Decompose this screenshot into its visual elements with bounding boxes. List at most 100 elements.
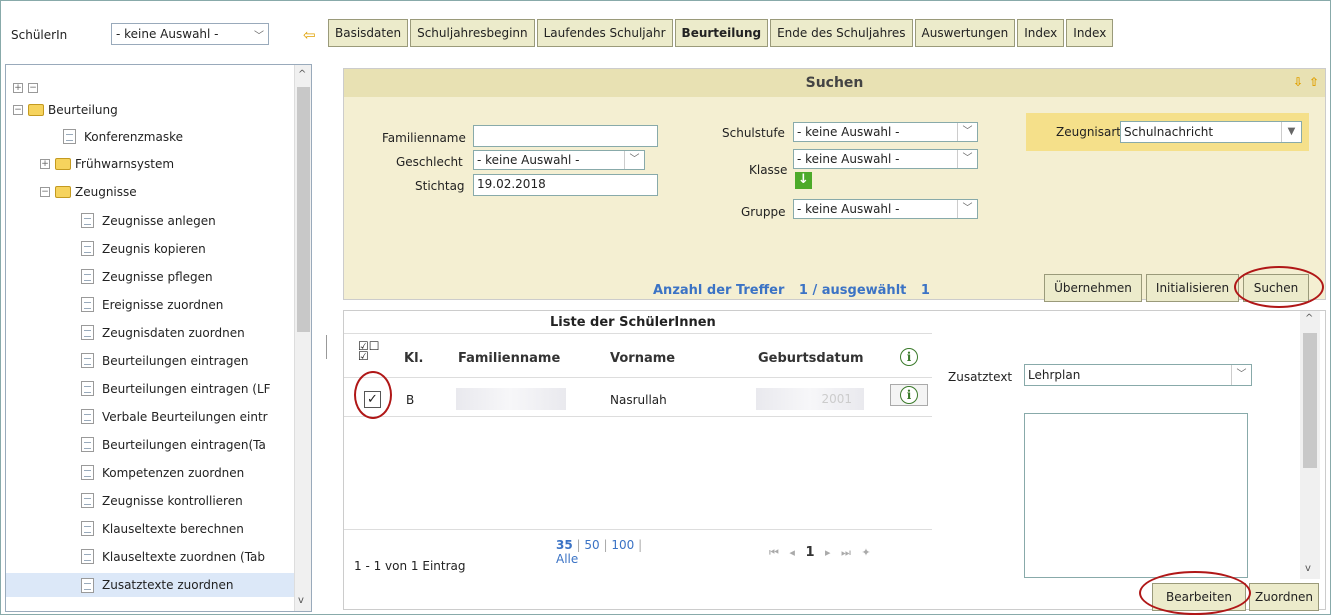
list-scroll-thumb[interactable]	[1303, 333, 1317, 468]
document-icon	[81, 549, 94, 564]
tree-item[interactable]: Zeugnisse anlegen	[81, 213, 216, 228]
tab-schuljahresbeginn[interactable]: Schuljahresbeginn	[410, 19, 535, 47]
tree-item[interactable]: Verbale Beurteilungen eintr	[81, 409, 268, 424]
select-all-checkbox-icon[interactable]: ☑☐ ☑	[358, 340, 380, 362]
column-vorname[interactable]: Vorname	[610, 351, 675, 366]
scroll-down-icon[interactable]: v	[298, 595, 304, 606]
info-icon[interactable]: i	[900, 348, 918, 366]
treffer-label: Anzahl der Treffer	[653, 283, 785, 298]
scroll-down-icon[interactable]: v	[1305, 563, 1311, 574]
first-page-icon[interactable]: ⏮	[769, 546, 779, 559]
tree-item[interactable]: + Frühwarnsystem	[40, 157, 174, 171]
tab-index-2[interactable]: Index	[1066, 19, 1114, 47]
arrow-down-icon[interactable]: ⇩	[1293, 75, 1303, 89]
zusatztext-select[interactable]: Lehrplan ﹀	[1024, 364, 1252, 386]
tree-item[interactable]: Klauseltexte zuordnen (Tab	[81, 549, 265, 564]
familienname-input[interactable]	[473, 125, 658, 147]
tab-basisdaten[interactable]: Basisdaten	[328, 19, 409, 47]
row-info-button[interactable]: i	[890, 384, 928, 406]
prev-page-icon[interactable]: ◂	[789, 546, 795, 559]
page-size-100[interactable]: 100	[611, 538, 634, 552]
klasse-select[interactable]: - keine Auswahl - ﹀	[793, 149, 978, 169]
pin-icon[interactable]: ✦	[861, 546, 870, 559]
last-page-icon[interactable]: ⏭	[841, 546, 851, 559]
collapse-icon[interactable]: −	[13, 105, 23, 115]
page-size-35[interactable]: 35	[556, 538, 573, 552]
document-icon	[81, 521, 94, 536]
tab-laufendes-schuljahr[interactable]: Laufendes Schuljahr	[536, 19, 673, 47]
tree-item[interactable]: Konferenzmaske	[63, 129, 183, 144]
tree-item[interactable]: Klauseltexte berechnen	[81, 521, 244, 536]
arrow-up-icon[interactable]: ⇧	[1309, 75, 1319, 89]
stichtag-input[interactable]: 19.02.2018	[473, 174, 658, 196]
chevron-down-icon: ﹀	[957, 123, 977, 141]
expand-all-icon[interactable]: +	[13, 83, 23, 93]
zusatztext-textarea[interactable]	[1024, 413, 1248, 578]
tree-item[interactable]: Beurteilungen eintragen(Ta	[81, 437, 266, 452]
tree-scroll-thumb[interactable]	[297, 87, 310, 332]
current-page[interactable]: 1	[805, 545, 814, 560]
chevron-down-icon: ﹀	[1231, 365, 1251, 385]
info-icon: i	[900, 386, 918, 404]
next-page-icon[interactable]: ▸	[825, 546, 831, 559]
tree-item[interactable]: Beurteilungen eintragen	[81, 353, 248, 368]
tree-item[interactable]: Zeugnis kopieren	[81, 241, 206, 256]
uebernehmen-button[interactable]: Übernehmen	[1044, 274, 1142, 302]
student-select-value: - keine Auswahl -	[116, 27, 219, 41]
row-geburtsdatum-redacted: 2001	[756, 388, 864, 410]
tree-item-label: Frühwarnsystem	[75, 157, 175, 171]
collapse-icon[interactable]: −	[40, 187, 50, 197]
gruppe-select[interactable]: - keine Auswahl - ﹀	[793, 199, 978, 219]
chevron-down-icon: ﹀	[624, 151, 644, 169]
zuordnen-button[interactable]: Zuordnen	[1249, 583, 1319, 611]
chevron-down-icon: ﹀	[957, 150, 977, 168]
page-size-alle[interactable]: Alle	[556, 552, 642, 566]
klasse-label: Klasse	[749, 163, 788, 177]
tab-auswertungen[interactable]: Auswertungen	[914, 19, 1016, 47]
geschlecht-select[interactable]: - keine Auswahl - ﹀	[473, 150, 645, 170]
document-icon	[63, 129, 76, 144]
document-icon	[81, 353, 94, 368]
folder-open-icon	[55, 186, 71, 198]
splitter[interactable]	[326, 335, 327, 359]
list-scrollbar[interactable]: ^ v	[1300, 311, 1320, 579]
tree-scrollbar[interactable]: ^ v	[294, 65, 311, 611]
tree-item[interactable]: Kompetenzen zuordnen	[81, 465, 244, 480]
scroll-up-icon[interactable]: ^	[1305, 313, 1313, 324]
tree-item[interactable]: Zeugnisse kontrollieren	[81, 493, 243, 508]
tree-item[interactable]: − Zeugnisse	[40, 185, 137, 199]
header-divider	[344, 333, 932, 334]
document-icon	[81, 409, 94, 424]
column-geburtsdatum[interactable]: Geburtsdatum	[758, 351, 864, 366]
initialisieren-button[interactable]: Initialisieren	[1146, 274, 1239, 302]
tree-item[interactable]: Ereignisse zuordnen	[81, 297, 223, 312]
tree-item[interactable]: Beurteilungen eintragen (LF	[81, 381, 271, 396]
page-size-50[interactable]: 50	[584, 538, 599, 552]
folder-icon	[55, 158, 71, 170]
zeugnisart-select[interactable]: Schulnachricht ▼	[1120, 121, 1302, 143]
page-size-selector: 35 | 50 | 100 | Alle	[556, 538, 643, 566]
highlight-circle	[1234, 266, 1324, 308]
tree-item[interactable]: Zeugnisdaten zuordnen	[81, 325, 245, 340]
document-icon	[81, 269, 94, 284]
tree-item[interactable]: Zusatztexte zuordnen	[6, 573, 296, 597]
schulstufe-select[interactable]: - keine Auswahl - ﹀	[793, 122, 978, 142]
tab-ende-des-schuljahres[interactable]: Ende des Schuljahres	[770, 19, 913, 47]
tree-item[interactable]: Zeugnisse pflegen	[81, 269, 213, 284]
tree-item-label: Zeugnisse pflegen	[102, 269, 213, 284]
chevron-down-icon: ﹀	[254, 30, 264, 42]
tab-beurteilung[interactable]: Beurteilung	[674, 19, 769, 47]
scroll-up-icon[interactable]: ^	[298, 69, 306, 80]
apply-klasse-arrow-icon[interactable]: ↓	[795, 172, 812, 189]
student-select[interactable]: - keine Auswahl - ﹀	[111, 23, 269, 45]
pager-summary: 1 - 1 von 1 Eintrag	[354, 559, 466, 573]
expand-icon[interactable]: +	[40, 159, 50, 169]
tree-node-beurteilung[interactable]: − Beurteilung	[13, 103, 118, 117]
document-icon	[81, 437, 94, 452]
tab-index-1[interactable]: Index	[1017, 19, 1065, 47]
table-row[interactable]: ✓ B Nasrullah 2001 i	[344, 378, 932, 416]
arrow-left-icon[interactable]: ⇦	[303, 26, 316, 44]
column-kl[interactable]: Kl.	[404, 351, 423, 366]
collapse-all-icon[interactable]: −	[28, 83, 38, 93]
column-familienname[interactable]: Familienname	[458, 351, 560, 366]
